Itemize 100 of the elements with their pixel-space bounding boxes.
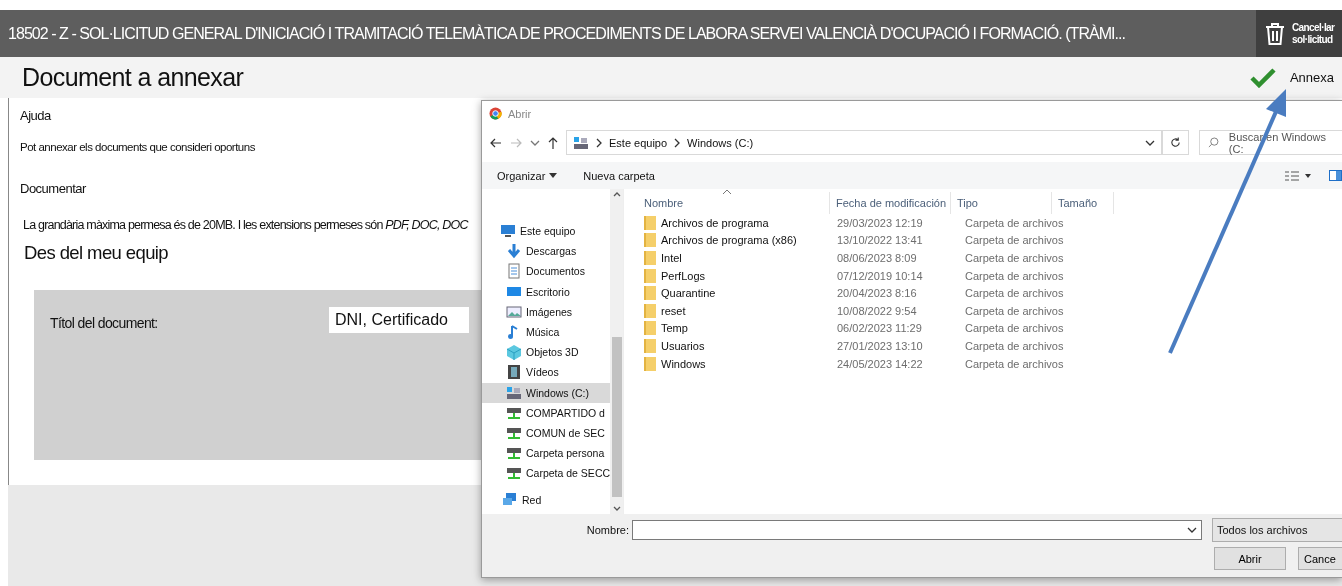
- dialog-title: Abrir: [508, 107, 532, 120]
- section-heading: Documentar: [20, 180, 86, 196]
- file-type: Carpeta de archivos: [964, 252, 1064, 264]
- file-type-filter[interactable]: Todos los archivos: [1212, 518, 1342, 542]
- filename-field[interactable]: [632, 520, 1202, 540]
- file-name[interactable]: Intel: [661, 252, 682, 264]
- network-icon: [502, 491, 518, 508]
- refresh-icon: [1170, 137, 1181, 148]
- scrollbar[interactable]: [610, 189, 623, 514]
- file-type: Carpeta de archivos: [964, 216, 1064, 229]
- film-icon: [506, 364, 522, 381]
- folder-icon: [644, 268, 656, 283]
- document-icon: [506, 263, 522, 280]
- annex-button[interactable]: Annexa: [1249, 67, 1334, 88]
- file-name[interactable]: Usuarios: [661, 339, 705, 352]
- file-type: Carpeta de archivos: [964, 269, 1064, 282]
- breadcrumb-item[interactable]: Windows (C:): [687, 136, 754, 149]
- scroll-down-icon[interactable]: [612, 506, 621, 512]
- refresh-button[interactable]: [1162, 130, 1189, 155]
- folder-icon: [644, 251, 656, 265]
- modified-date: 27/01/2023 13:10: [836, 339, 924, 352]
- computer-icon: [500, 223, 516, 240]
- up-icon[interactable]: [548, 136, 558, 149]
- nav-item[interactable]: Música: [482, 321, 610, 343]
- drive-icon: [506, 384, 522, 401]
- modified-date: 20/04/2023 8:16: [836, 287, 918, 300]
- file-type: Carpeta de archivos: [964, 339, 1064, 352]
- source-heading: Des del meu equip: [23, 241, 169, 264]
- drive-icon: [573, 134, 589, 151]
- nav-item[interactable]: Red: [482, 489, 610, 510]
- size-note: La grandària màxima permesa és de 20MB. I les extensions permeses són PDF, DOC, DOC: [22, 217, 468, 232]
- chevron-icon: [595, 137, 603, 148]
- nav-item[interactable]: Escritorio: [482, 281, 610, 302]
- modified-date: 10/08/2022 9:54: [836, 304, 918, 317]
- modified-date: 29/03/2023 12:19: [836, 216, 924, 229]
- address-bar[interactable]: Este equipo Windows (C:): [566, 130, 1162, 155]
- modified-date: 24/05/2023 14:22: [836, 357, 924, 370]
- folder-icon: [644, 215, 656, 230]
- nav-item[interactable]: COMUN de SEC: [482, 422, 610, 444]
- file-type: Carpeta de archivos: [964, 322, 1064, 335]
- nav-item[interactable]: Documentos: [482, 261, 610, 282]
- page-title: Document a annexar: [22, 63, 245, 92]
- back-icon[interactable]: [490, 137, 502, 148]
- network-drive-icon: [506, 445, 522, 462]
- folder-icon: [644, 321, 656, 336]
- file-name[interactable]: reset: [661, 304, 686, 317]
- breadcrumb-item[interactable]: Este equipo: [609, 136, 668, 149]
- nav-item[interactable]: Descargas: [482, 241, 610, 262]
- browser-logo-icon: [489, 107, 502, 120]
- procedure-title: 18502 - Z - SOL·LICITUD GENERAL D'INICIACIÓ I TRAMITACIÓ TELEMÀTICA DE PROCEDIMENTS DE LABORA SERVEI VALENCIÀ D'OCUPACIÓ I FORMACIÓ. (TRÀMI...: [7, 24, 1127, 43]
- column-header[interactable]: Fecha de modificación: [830, 192, 951, 214]
- nav-item[interactable]: Carpeta persona: [482, 443, 610, 464]
- caret-icon: [549, 173, 558, 178]
- sort-caret-icon: [721, 189, 732, 195]
- folder-icon: [644, 356, 656, 371]
- file-name[interactable]: Archivos de programa: [661, 216, 769, 229]
- modified-date: 07/12/2019 10:14: [836, 269, 924, 282]
- preview-pane-icon[interactable]: [1329, 170, 1342, 181]
- document-title-field[interactable]: DNI, Certificado: [329, 307, 469, 333]
- toolbar-button[interactable]: Nueva carpeta: [583, 169, 655, 182]
- chevron-icon: [673, 137, 682, 148]
- file-name[interactable]: PerfLogs: [661, 269, 706, 282]
- nav-item[interactable]: Vídeos: [482, 362, 610, 383]
- open-button[interactable]: Abrir: [1214, 547, 1286, 570]
- dropdown-icon: [1187, 526, 1197, 534]
- filename-label: Nombre:: [586, 524, 630, 536]
- modified-date: 13/10/2022 13:41: [836, 234, 924, 247]
- help-text: Pot annexar els documents que consideri oportuns: [20, 140, 255, 153]
- file-type: Carpeta de archivos: [964, 287, 1064, 300]
- modified-date: 08/06/2023 8:09: [836, 252, 918, 264]
- cancel-button[interactable]: Cancel·lar sol·licitud: [1256, 10, 1342, 57]
- folder-icon: [644, 233, 656, 248]
- nav-item[interactable]: Objetos 3D: [482, 342, 610, 363]
- view-options-icon[interactable]: [1285, 170, 1311, 181]
- file-type: Carpeta de archivos: [964, 304, 1064, 317]
- scroll-thumb[interactable]: [611, 336, 622, 497]
- nav-item[interactable]: COMPARTIDO d: [482, 402, 610, 423]
- modified-date: 06/02/2023 11:29: [836, 322, 923, 335]
- search-icon: [1208, 137, 1219, 148]
- nav-item[interactable]: Este equipo: [482, 221, 610, 242]
- file-name[interactable]: Temp: [661, 322, 688, 335]
- file-name[interactable]: Quarantine: [661, 287, 716, 300]
- recent-locations-icon: [530, 138, 540, 147]
- column-header[interactable]: Tamaño: [1052, 192, 1114, 214]
- file-type: Carpeta de archivos: [964, 357, 1064, 370]
- file-name[interactable]: Archivos de programa (x86): [661, 234, 797, 247]
- nav-item[interactable]: Carpeta de SECC: [482, 463, 610, 484]
- scroll-up-icon[interactable]: [612, 191, 621, 197]
- file-type: Carpeta de archivos: [964, 234, 1064, 247]
- nav-item[interactable]: Imágenes: [482, 301, 610, 322]
- column-header[interactable]: Tipo: [951, 192, 1052, 214]
- organize-menu[interactable]: Organizar: [497, 169, 558, 182]
- cube-icon: [506, 344, 522, 361]
- picture-icon: [506, 303, 522, 320]
- dropdown-icon: [1145, 138, 1155, 147]
- nav-item[interactable]: Windows (C:): [482, 382, 610, 403]
- column-header[interactable]: Nombre: [624, 192, 830, 214]
- search-field[interactable]: Buscar en Windows (C:: [1199, 130, 1342, 155]
- file-name[interactable]: Windows: [661, 357, 706, 370]
- cancel-button[interactable]: Cance: [1298, 547, 1342, 570]
